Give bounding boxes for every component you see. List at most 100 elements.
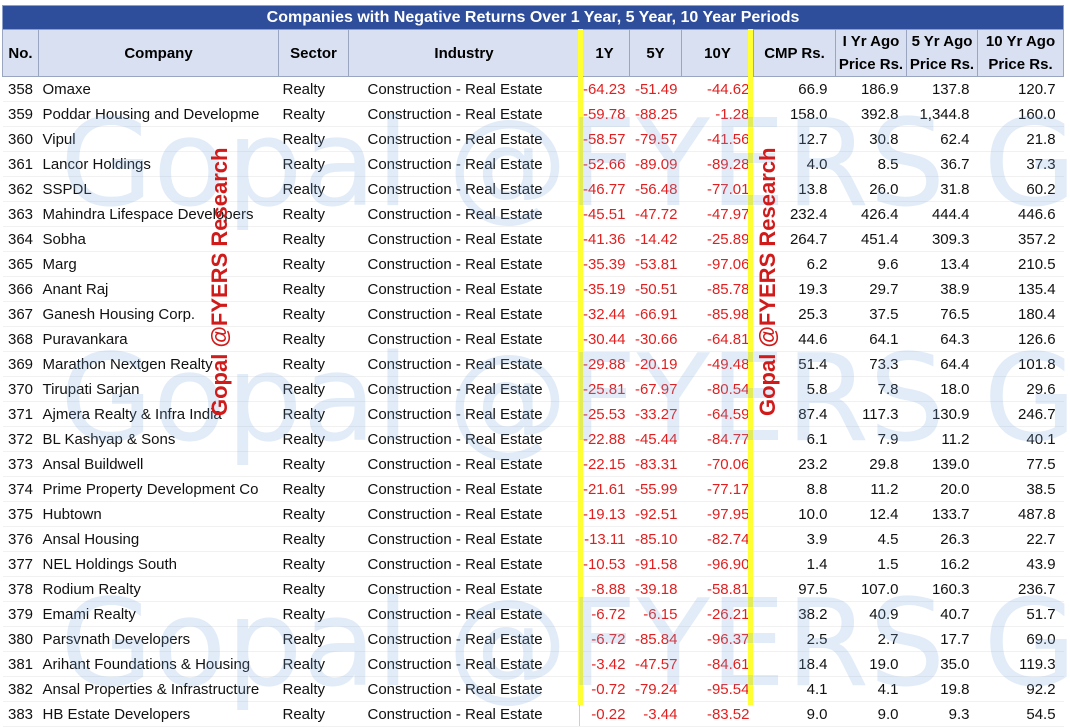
cell-return-1y[interactable]: -22.15: [579, 451, 630, 477]
cell-price-5yr-ago[interactable]: 62.4: [906, 126, 978, 152]
cell-company[interactable]: Marg: [38, 251, 279, 277]
cell-company[interactable]: Tirupati Sarjan: [38, 376, 279, 402]
cell-company[interactable]: Prime Property Development Co: [38, 476, 279, 502]
cell-price-10yr-ago[interactable]: 77.5: [977, 451, 1064, 477]
cell-return-10y[interactable]: -25.89: [681, 226, 754, 252]
cell-industry[interactable]: Construction - Real Estate: [348, 401, 580, 427]
col-header-1y[interactable]: 1Y: [579, 29, 630, 77]
cell-price-10yr-ago[interactable]: 180.4: [977, 301, 1064, 327]
cell-industry[interactable]: Construction - Real Estate: [348, 576, 580, 602]
cell-price-10yr-ago[interactable]: 22.7: [977, 526, 1064, 552]
cell-sector[interactable]: Realty: [278, 176, 349, 202]
cell-return-1y[interactable]: -22.88: [579, 426, 630, 452]
cell-return-10y[interactable]: -85.98: [681, 301, 754, 327]
cell-price-1yr-ago[interactable]: 186.9: [835, 76, 907, 102]
cell-return-5y[interactable]: -85.84: [629, 626, 682, 652]
table-row[interactable]: 381 Arihant Foundations & Housing Realty Co…: [2, 651, 1064, 677]
cell-return-1y[interactable]: -25.53: [579, 401, 630, 427]
col-header-cmp[interactable]: CMP Rs.: [753, 29, 836, 77]
cell-return-1y[interactable]: -59.78: [579, 101, 630, 127]
cell-return-10y[interactable]: -64.59: [681, 401, 754, 427]
table-row[interactable]: 362 SSPDL Realty Construction - Real Estate…: [2, 176, 1064, 202]
cell-return-1y[interactable]: -52.66: [579, 151, 630, 177]
cell-return-5y[interactable]: -30.66: [629, 326, 682, 352]
cell-sector[interactable]: Realty: [278, 651, 349, 677]
cell-industry[interactable]: Construction - Real Estate: [348, 251, 580, 277]
cell-return-10y[interactable]: -95.54: [681, 676, 754, 702]
cell-no[interactable]: 369: [2, 351, 39, 377]
cell-return-1y[interactable]: -25.81: [579, 376, 630, 402]
cell-no[interactable]: 366: [2, 276, 39, 302]
cell-return-10y[interactable]: -47.97: [681, 201, 754, 227]
cell-return-5y[interactable]: -20.19: [629, 351, 682, 377]
cell-sector[interactable]: Realty: [278, 676, 349, 702]
cell-price-1yr-ago[interactable]: 29.8: [835, 451, 907, 477]
cell-return-10y[interactable]: -49.48: [681, 351, 754, 377]
cell-price-1yr-ago[interactable]: 26.0: [835, 176, 907, 202]
col-header-5y[interactable]: 5Y: [629, 29, 682, 77]
cell-price-5yr-ago[interactable]: 160.3: [906, 576, 978, 602]
cell-price-1yr-ago[interactable]: 4.5: [835, 526, 907, 552]
cell-return-5y[interactable]: -79.24: [629, 676, 682, 702]
cell-company[interactable]: Parsvnath Developers: [38, 626, 279, 652]
cell-price-10yr-ago[interactable]: 92.2: [977, 676, 1064, 702]
cell-cmp[interactable]: 8.8: [753, 476, 836, 502]
cell-industry[interactable]: Construction - Real Estate: [348, 701, 580, 727]
cell-return-1y[interactable]: -19.13: [579, 501, 630, 527]
table-row[interactable]: 361 Lancor Holdings Realty Construction - R…: [2, 151, 1064, 177]
cell-return-5y[interactable]: -92.51: [629, 501, 682, 527]
cell-no[interactable]: 382: [2, 676, 39, 702]
cell-price-5yr-ago[interactable]: 13.4: [906, 251, 978, 277]
cell-price-10yr-ago[interactable]: 29.6: [977, 376, 1064, 402]
cell-industry[interactable]: Construction - Real Estate: [348, 626, 580, 652]
cell-price-5yr-ago[interactable]: 35.0: [906, 651, 978, 677]
cell-price-10yr-ago[interactable]: 37.3: [977, 151, 1064, 177]
cell-cmp[interactable]: 66.9: [753, 76, 836, 102]
cell-price-5yr-ago[interactable]: 31.8: [906, 176, 978, 202]
cell-return-1y[interactable]: -3.42: [579, 651, 630, 677]
cell-return-5y[interactable]: -88.25: [629, 101, 682, 127]
cell-price-5yr-ago[interactable]: 40.7: [906, 601, 978, 627]
cell-price-5yr-ago[interactable]: 309.3: [906, 226, 978, 252]
cell-sector[interactable]: Realty: [278, 226, 349, 252]
cell-price-1yr-ago[interactable]: 392.8: [835, 101, 907, 127]
col-header-5yr-ago-price[interactable]: 5 Yr Ago Price Rs.: [906, 29, 978, 77]
cell-sector[interactable]: Realty: [278, 151, 349, 177]
cell-price-1yr-ago[interactable]: 1.5: [835, 551, 907, 577]
cell-price-10yr-ago[interactable]: 135.4: [977, 276, 1064, 302]
cell-cmp[interactable]: 158.0: [753, 101, 836, 127]
cell-no[interactable]: 359: [2, 101, 39, 127]
cell-return-5y[interactable]: -45.44: [629, 426, 682, 452]
cell-price-1yr-ago[interactable]: 7.9: [835, 426, 907, 452]
cell-return-5y[interactable]: -14.42: [629, 226, 682, 252]
cell-price-5yr-ago[interactable]: 16.2: [906, 551, 978, 577]
cell-sector[interactable]: Realty: [278, 251, 349, 277]
cell-return-5y[interactable]: -66.91: [629, 301, 682, 327]
cell-industry[interactable]: Construction - Real Estate: [348, 276, 580, 302]
cell-no[interactable]: 377: [2, 551, 39, 577]
cell-price-5yr-ago[interactable]: 19.8: [906, 676, 978, 702]
cell-cmp[interactable]: 4.1: [753, 676, 836, 702]
cell-return-1y[interactable]: -58.57: [579, 126, 630, 152]
cell-price-5yr-ago[interactable]: 20.0: [906, 476, 978, 502]
cell-industry[interactable]: Construction - Real Estate: [348, 226, 580, 252]
cell-sector[interactable]: Realty: [278, 701, 349, 727]
cell-sector[interactable]: Realty: [278, 101, 349, 127]
cell-sector[interactable]: Realty: [278, 201, 349, 227]
cell-no[interactable]: 381: [2, 651, 39, 677]
cell-industry[interactable]: Construction - Real Estate: [348, 76, 580, 102]
cell-cmp[interactable]: 1.4: [753, 551, 836, 577]
cell-return-1y[interactable]: -32.44: [579, 301, 630, 327]
cell-industry[interactable]: Construction - Real Estate: [348, 101, 580, 127]
table-row[interactable]: 371 Ajmera Realty & Infra India Realty Cons…: [2, 401, 1064, 427]
cell-return-1y[interactable]: -6.72: [579, 601, 630, 627]
table-row[interactable]: 382 Ansal Properties & Infrastructure Real…: [2, 676, 1064, 702]
cell-company[interactable]: BL Kashyap & Sons: [38, 426, 279, 452]
cell-return-1y[interactable]: -29.88: [579, 351, 630, 377]
cell-cmp[interactable]: 18.4: [753, 651, 836, 677]
cell-industry[interactable]: Construction - Real Estate: [348, 551, 580, 577]
cell-return-10y[interactable]: -96.90: [681, 551, 754, 577]
cell-price-10yr-ago[interactable]: 446.6: [977, 201, 1064, 227]
cell-sector[interactable]: Realty: [278, 551, 349, 577]
cell-return-10y[interactable]: -85.78: [681, 276, 754, 302]
